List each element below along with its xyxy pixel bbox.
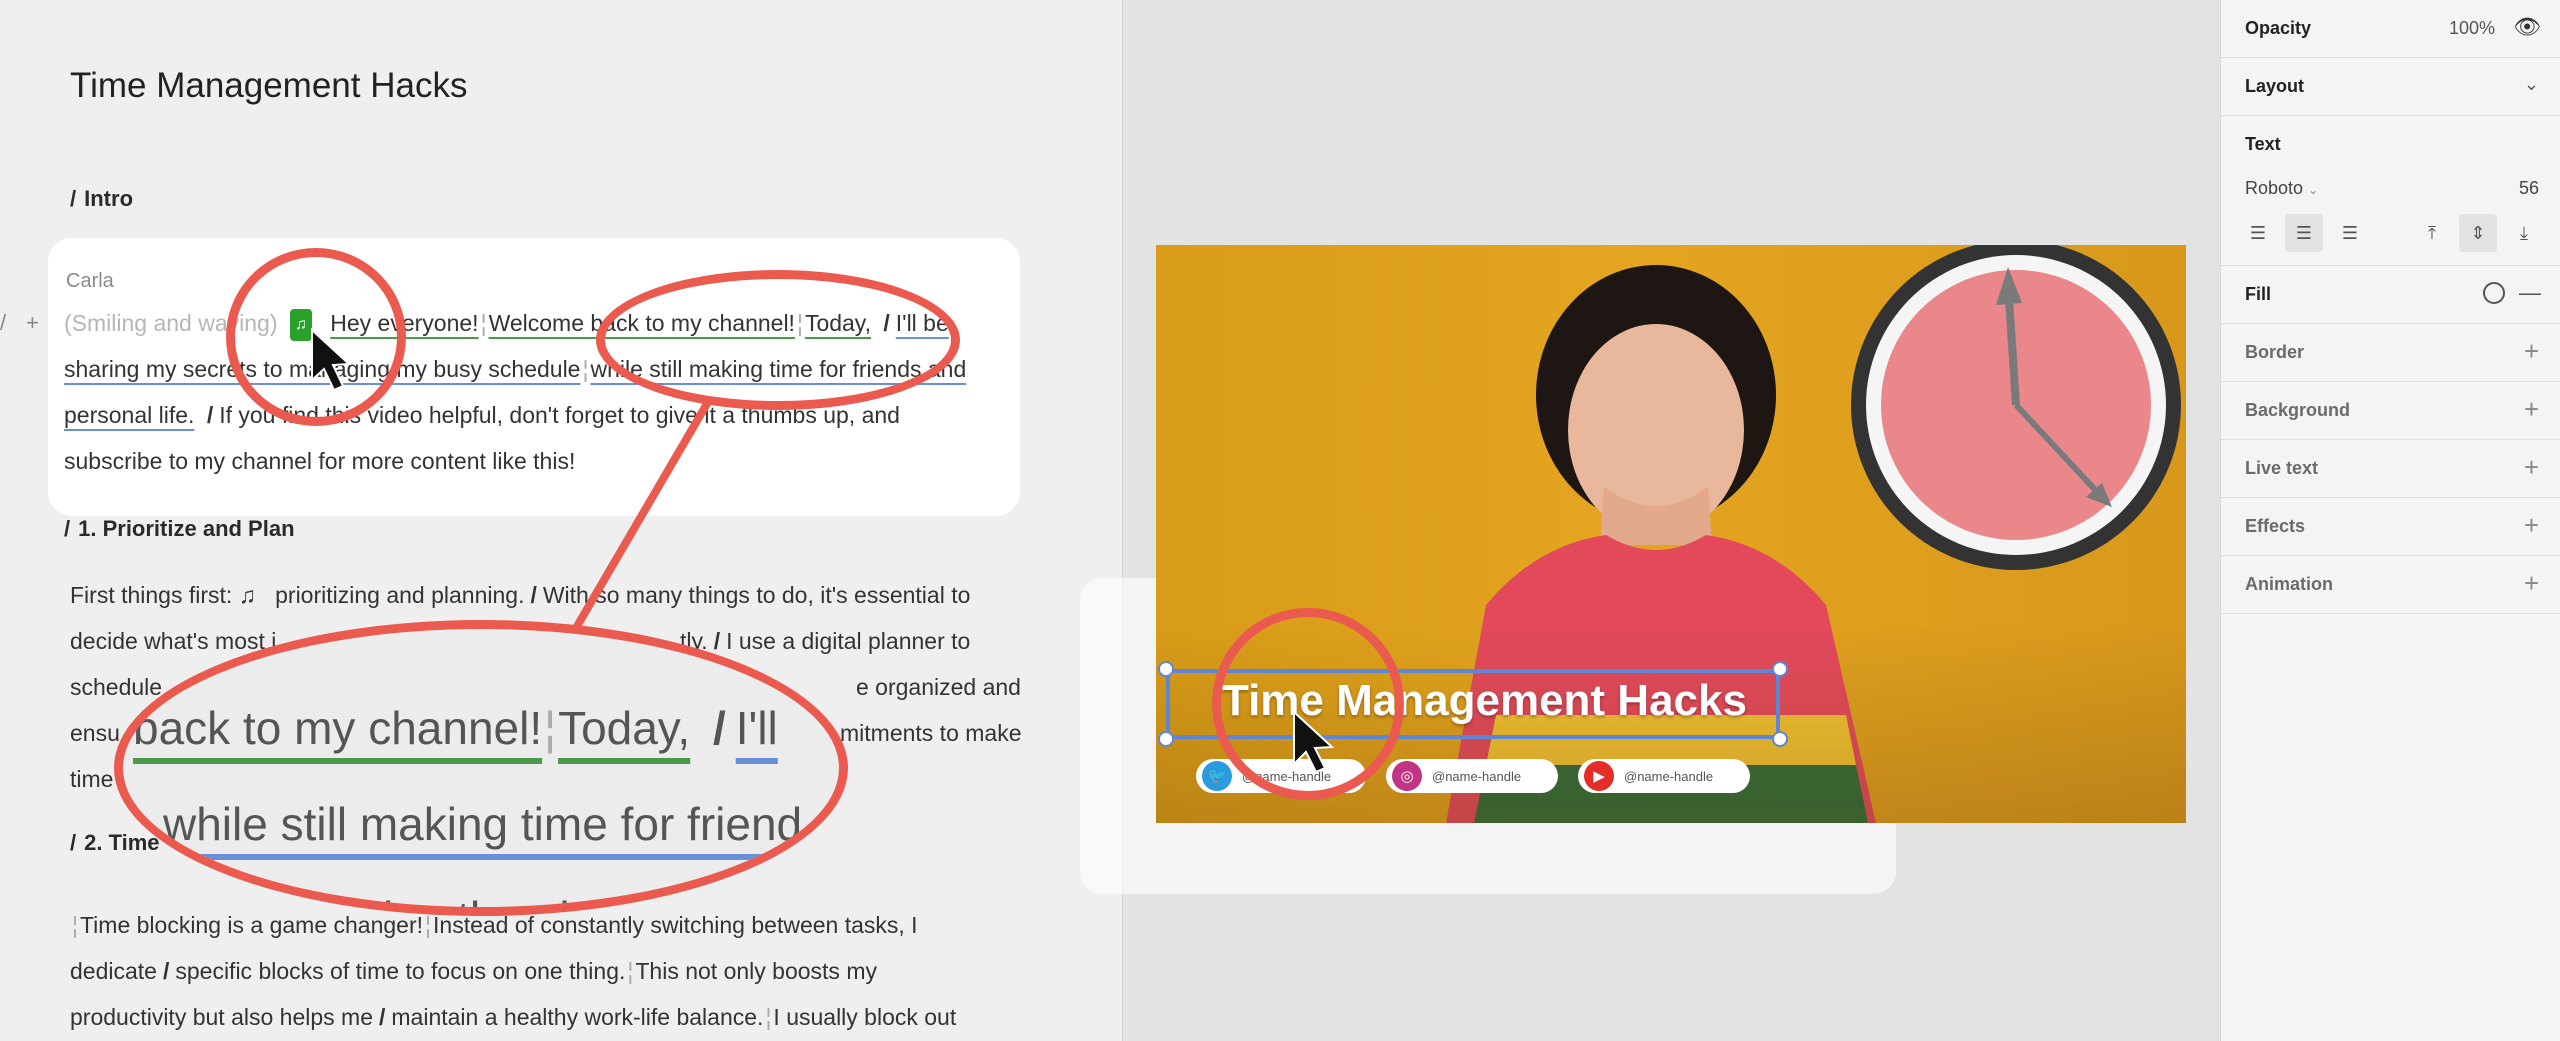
instagram-icon: ◎: [1392, 761, 1422, 791]
fill-row[interactable]: Fill —: [2221, 266, 2560, 324]
align-center-icon[interactable]: ☰: [2285, 214, 2323, 252]
resize-handle-tl[interactable]: [1158, 661, 1174, 677]
social-handle-youtube[interactable]: ▶ @name-handle: [1578, 759, 1750, 793]
border-row[interactable]: Border +: [2221, 324, 2560, 382]
magnifier-callout: back to my channel!¦Today, / I'll while s…: [114, 620, 848, 916]
fill-label: Fill: [2245, 284, 2271, 304]
chevron-down-icon[interactable]: ⌄: [2524, 74, 2539, 95]
valign-bottom-icon[interactable]: ⤓: [2505, 214, 2543, 252]
layout-label: Layout: [2245, 76, 2305, 96]
effects-row[interactable]: Effects +: [2221, 498, 2560, 556]
text-label: Text: [2245, 134, 2281, 154]
properties-panel: Opacity 100% 👁 Layout ⌄ Text Roboto ⌄ 56…: [2220, 0, 2560, 1041]
effects-label: Effects: [2245, 516, 2306, 536]
align-left-icon[interactable]: ☰: [2239, 214, 2277, 252]
youtube-icon: ▶: [1584, 761, 1614, 791]
border-label: Border: [2245, 342, 2305, 362]
remove-fill-icon[interactable]: —: [2519, 280, 2541, 306]
resize-handle-tr[interactable]: [1772, 661, 1788, 677]
background-row[interactable]: Background +: [2221, 382, 2560, 440]
add-effect-icon[interactable]: +: [2524, 512, 2539, 538]
add-background-icon[interactable]: +: [2524, 396, 2539, 422]
font-family-select[interactable]: Roboto ⌄: [2245, 178, 2318, 199]
resize-handle-br[interactable]: [1772, 731, 1788, 747]
valign-top-icon[interactable]: ⤒: [2413, 214, 2451, 252]
background-label: Background: [2245, 400, 2351, 420]
text-section: Text Roboto ⌄ 56 ☰ ☰ ☰ ⤒ ⇕ ⤓: [2221, 116, 2560, 266]
align-right-icon[interactable]: ☰: [2331, 214, 2369, 252]
resize-handle-bl[interactable]: [1158, 731, 1174, 747]
add-border-icon[interactable]: +: [2524, 338, 2539, 364]
twitter-icon: 🐦: [1202, 761, 1232, 791]
opacity-value[interactable]: 100%: [2449, 18, 2495, 39]
font-size-input[interactable]: 56: [2519, 178, 2539, 199]
live-text-label: Live text: [2245, 458, 2319, 478]
mouse-cursor: [1293, 709, 1335, 774]
live-text-row[interactable]: Live text +: [2221, 440, 2560, 498]
valign-middle-icon[interactable]: ⇕: [2459, 214, 2497, 252]
script-editor: Time Management Hacks / Intro Carla / + (…: [0, 0, 1122, 1041]
opacity-label: Opacity: [2245, 18, 2312, 38]
eye-icon[interactable]: 👁: [2513, 14, 2541, 40]
opacity-row[interactable]: Opacity 100% 👁: [2221, 0, 2560, 58]
add-animation-icon[interactable]: +: [2524, 570, 2539, 596]
animation-label: Animation: [2245, 574, 2333, 594]
add-live-text-icon[interactable]: +: [2524, 454, 2539, 480]
animation-row[interactable]: Animation +: [2221, 556, 2560, 614]
social-handle-instagram[interactable]: ◎ @name-handle: [1386, 759, 1558, 793]
layout-row[interactable]: Layout ⌄: [2221, 58, 2560, 116]
fill-color-icon[interactable]: [2483, 282, 2505, 304]
